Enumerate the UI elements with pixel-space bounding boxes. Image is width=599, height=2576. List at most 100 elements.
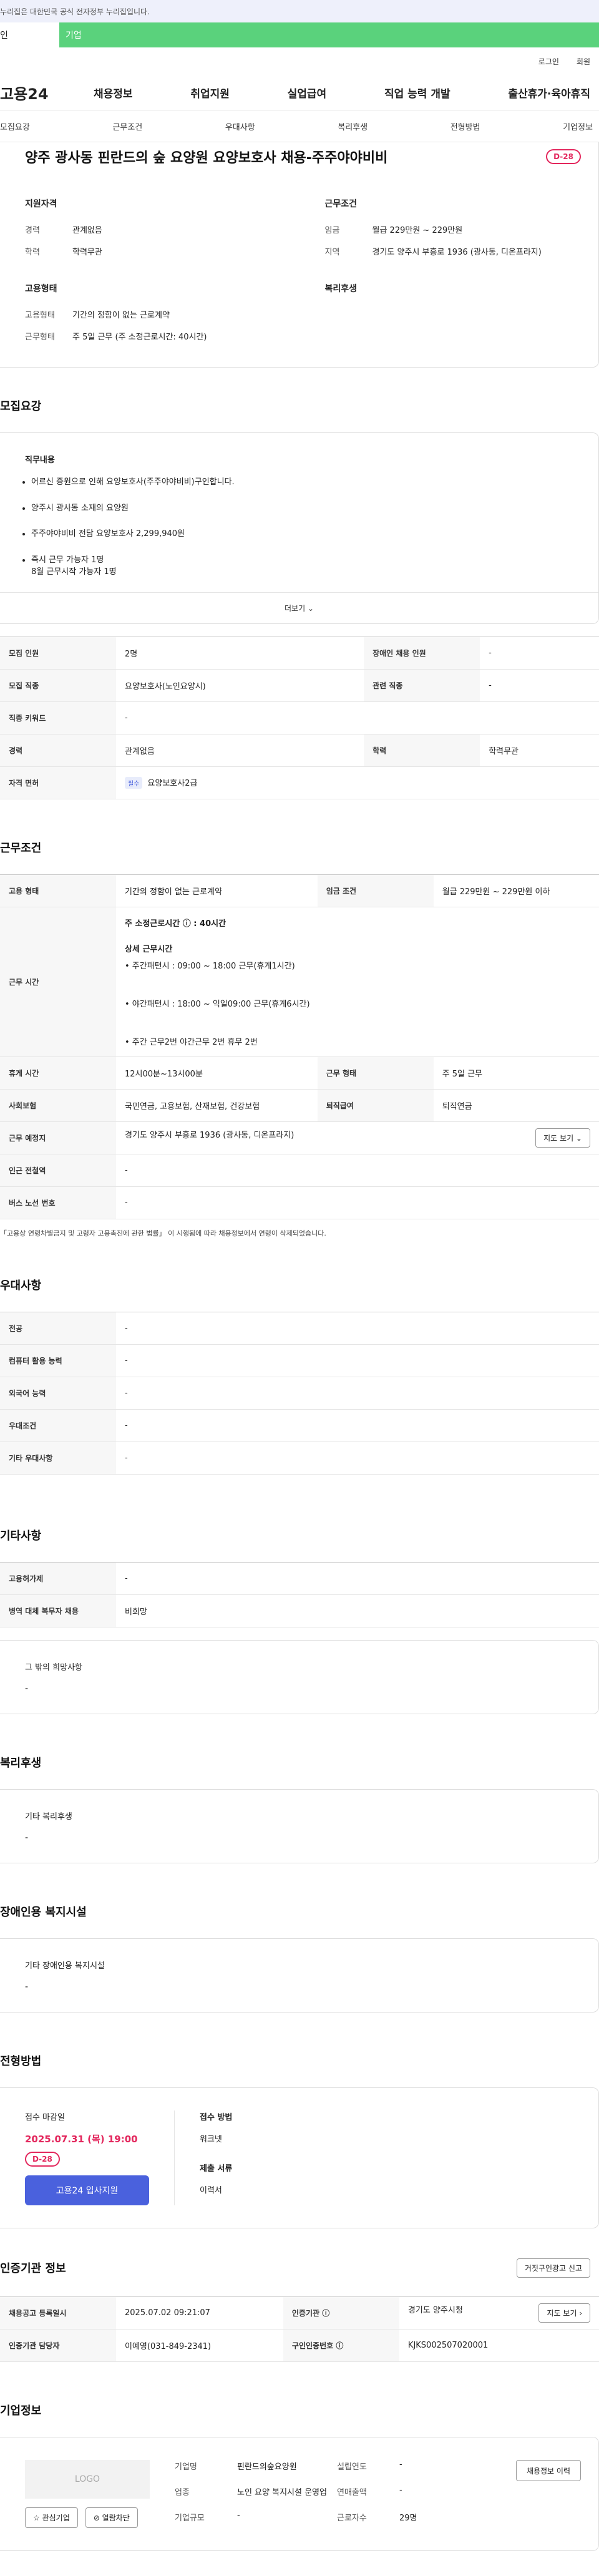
table-row: 경력 관계없음 학력 학력무관 xyxy=(0,734,599,767)
agency-map-button[interactable]: 지도 보기 › xyxy=(538,2303,590,2323)
sales-label: 연매출액 xyxy=(337,2487,367,2497)
disabled-section-title: 장애인용 복지시설 xyxy=(0,1905,87,1919)
table-row: 기타 우대사항 - xyxy=(0,1442,599,1475)
table-row: 모집 직종 요양보호사(노인요양시) 관련 직종 - xyxy=(0,669,599,702)
signup-link[interactable]: 회원 xyxy=(577,56,590,67)
table-row: 외국어 능력 - xyxy=(0,1377,599,1410)
apply-card: 접수 마감일 2025.07.31 (목) 19:00 D-28 고용24 입사… xyxy=(0,2087,599,2228)
major-value: - xyxy=(116,1311,599,1345)
table-row: 인증기관 담당자 이예영(031-849-2341) 구인인증번호 ⓘ KJKS00… xyxy=(0,2329,599,2362)
company-size-label: 기업규모 xyxy=(175,2513,205,2523)
table-row: 인근 전철역 - xyxy=(0,1154,599,1187)
docs-label: 제출 서류 xyxy=(200,2164,233,2174)
shift-label: 근무 형태 xyxy=(317,1056,434,1090)
favorite-company-button[interactable]: ☆ 관심기업 xyxy=(25,2507,78,2528)
section-tab-preference[interactable]: 우대사항 xyxy=(225,120,255,132)
language-value: - xyxy=(116,1377,599,1410)
extra-wishes-title: 그 밖의 희망사항 xyxy=(25,1662,82,1672)
keyword-value: - xyxy=(116,701,599,734)
cert-no-label: 구인인증번호 ⓘ xyxy=(283,2329,399,2362)
reg-date-label: 채용공고 등록일시 xyxy=(0,2296,116,2330)
site-logo[interactable]: 고용24 xyxy=(0,82,94,104)
tab-personal[interactable]: 인 xyxy=(0,22,59,47)
conditions-table: 고용 형태 기간의 정함이 없는 근로계약 임금 조건 월급 229만원 ~ 229… xyxy=(0,874,599,1219)
table-row: 전공 - xyxy=(0,1311,599,1345)
preference-cond-label: 우대조건 xyxy=(0,1409,116,1442)
hours-detail-title: 상세 근무시간 xyxy=(125,944,173,954)
table-row: 휴게 시간 12시00분~13시00분 근무 형태 주 5일 근무 xyxy=(0,1056,599,1090)
employment-type-block: 고용형태 고용형태 기간의 정함이 없는 근로계약 근무형태 주 5일 근무 (주 … xyxy=(25,282,281,352)
job-title: 양주 광사동 핀란드의 숲 요양원 요양보호사 채용-주주야야비비 xyxy=(25,150,388,166)
employment-type-title: 고용형태 xyxy=(25,284,57,294)
block-company-button[interactable]: ⊘ 열람차단 xyxy=(85,2507,138,2528)
section-tab-company[interactable]: 기업정보 xyxy=(563,120,593,132)
conditions-section-title: 근무조건 xyxy=(0,841,42,855)
duty-title: 직무내용 xyxy=(25,456,55,465)
welfare-card-title: 기타 복리후생 xyxy=(25,1812,72,1822)
table-row: 직종 키워드 - xyxy=(0,701,599,734)
station-label: 인근 전철역 xyxy=(0,1154,116,1187)
agency-section-title: 인증기관 정보 xyxy=(0,2262,66,2275)
company-section-title: 기업정보 xyxy=(0,2404,42,2417)
work-permit-value: - xyxy=(116,1561,599,1595)
section-tab-selection[interactable]: 전형방법 xyxy=(450,120,480,132)
founded-label: 설립연도 xyxy=(337,2462,367,2472)
military-alt-value: 비희망 xyxy=(116,1594,599,1627)
job-category-value: 요양보호사(노인요양시) xyxy=(116,669,364,702)
gnb-item-parental-leave[interactable]: 출산휴가·육아휴직 xyxy=(508,85,590,100)
global-nav: 고용24 채용정보 취업지원 실업급여 직업 능력 개발 출산휴가·육아휴직 xyxy=(0,75,599,110)
gnb-item-unemployment-benefit[interactable]: 실업급여 xyxy=(288,85,327,100)
work-type-label: 근무형태 xyxy=(25,333,55,342)
emp-label: 고용 형태 xyxy=(0,874,116,907)
license-value: 요양보호사2급 xyxy=(147,779,198,788)
gnb-item-vocational-training[interactable]: 직업 능력 개발 xyxy=(384,85,450,100)
work-permit-label: 고용허가제 xyxy=(0,1561,116,1595)
table-row: 모집 인원 2명 장애인 채용 인원 - xyxy=(0,636,599,670)
founded-value: - xyxy=(399,2459,402,2469)
company-name-value: 핀란드의숲요양원 xyxy=(237,2462,297,2472)
list-item: 즉시 근무 가능자 1명 8월 근무시작 가능자 1명 xyxy=(31,554,573,578)
table-row: 근무 예정지 경기도 양주시 부흥로 1936 (광사동, 디온프라지) 지도 보… xyxy=(0,1121,599,1154)
section-nav: 모집요강 근무조건 우대사항 복리후생 전형방법 기업정보 xyxy=(0,110,599,142)
map-view-button[interactable]: 지도 보기 ⌄ xyxy=(535,1128,590,1148)
computer-skill-label: 컴퓨터 활용 능력 xyxy=(0,1344,116,1377)
section-tab-recruit[interactable]: 모집요강 xyxy=(0,120,30,132)
manager-value: 이예영(031-849-2341) xyxy=(116,2329,283,2362)
login-link[interactable]: 로그인 xyxy=(538,56,559,67)
report-false-ad-button[interactable]: 거짓구인광고 신고 xyxy=(516,2258,590,2278)
insurance-value: 국민연금, 고용보험, 산재보험, 건강보험 xyxy=(116,1089,318,1122)
tab-business[interactable]: 기업 xyxy=(59,22,599,47)
duty-list: 어르신 증원으로 인해 요양보호사(주주야야비비)구인합니다. 양주시 광사동 … xyxy=(25,476,573,578)
job-history-button[interactable]: 채용정보 이력 xyxy=(515,2459,581,2481)
work-condition-block: 근무조건 임금 월급 229만원 ~ 229만원 지역 경기도 양주시 부흥로 19… xyxy=(325,197,582,267)
industry-value: 노인 요양 복지시설 운영업 xyxy=(237,2487,327,2497)
break-value: 12시00분~13시00분 xyxy=(116,1056,318,1090)
education-value: 학력무관 xyxy=(72,248,102,257)
emp-type-label: 고용형태 xyxy=(25,311,55,320)
method-value: 워크넷 xyxy=(200,2134,222,2144)
industry-label: 업종 xyxy=(175,2487,190,2497)
table-row: 채용공고 등록일시 2025.07.02 09:21:07 인증기관 ⓘ 경기도 … xyxy=(0,2296,599,2330)
table-row: 버스 노선 번호 - xyxy=(0,1186,599,1219)
other-preference-label: 기타 우대사항 xyxy=(0,1442,116,1475)
job-summary-card: 양주 광사동 핀란드의 숲 요양원 요양보호사 채용-주주야야비비 D-28 지… xyxy=(0,142,599,368)
welfare-section-title: 복리후생 xyxy=(0,1756,42,1770)
military-alt-label: 병역 대체 복무자 채용 xyxy=(0,1594,116,1627)
disabled-card: 기타 장애인용 복지시설 - xyxy=(0,1938,599,2012)
gov-banner-text: 누리집은 대한민국 공식 전자정부 누리집입니다. xyxy=(0,7,150,16)
section-tab-welfare[interactable]: 복리후생 xyxy=(338,120,368,132)
user-type-tabs: 인 기업 xyxy=(0,22,599,47)
qualification-title: 지원자격 xyxy=(25,199,57,209)
gnb-item-jobs[interactable]: 채용정보 xyxy=(94,85,133,100)
gnb-item-employment-support[interactable]: 취업지원 xyxy=(190,85,230,100)
hours-line: • 주간패턴시 : 09:00 ~ 18:00 근무(휴게1시간) xyxy=(125,961,295,971)
apply-button[interactable]: 고용24 입사지원 xyxy=(25,2175,149,2205)
work-condition-title: 근무조건 xyxy=(324,199,358,209)
section-tab-conditions[interactable]: 근무조건 xyxy=(112,120,142,132)
region-value: 경기도 양주시 부흥로 1936 (광사동, 디온프라지) xyxy=(372,248,542,257)
headcount-label: 모집 인원 xyxy=(0,636,116,670)
more-button[interactable]: 더보기 ⌄ xyxy=(0,592,598,623)
license-cell: 필수 요양보호사2급 xyxy=(116,766,599,799)
method-label: 접수 방법 xyxy=(200,2112,233,2122)
staff-value: 29명 xyxy=(399,2513,417,2523)
